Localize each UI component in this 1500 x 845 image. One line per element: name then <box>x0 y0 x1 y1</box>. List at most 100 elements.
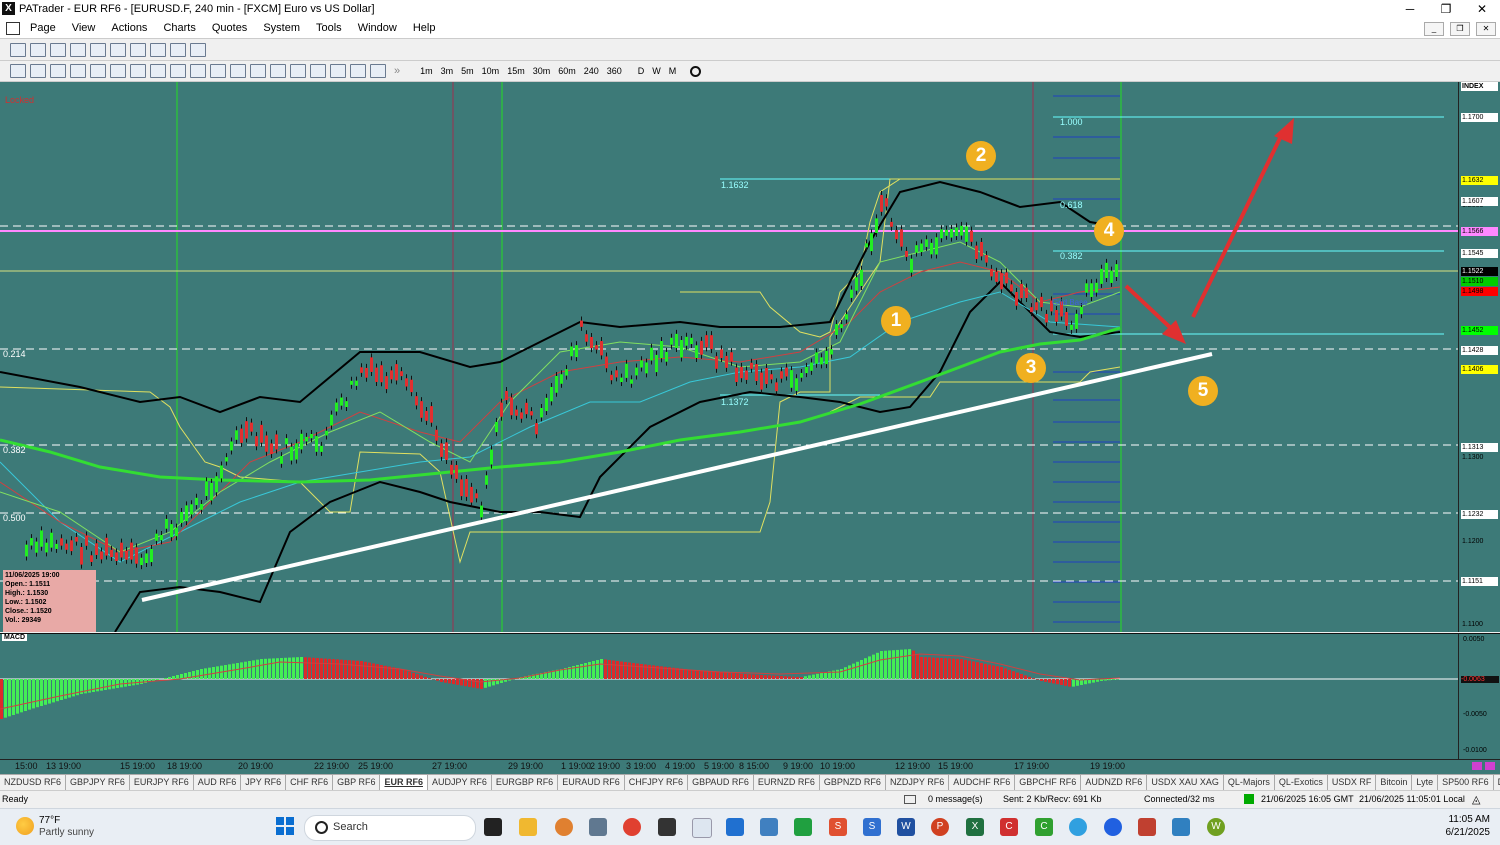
symbol-tab[interactable]: DJIA <box>1494 775 1500 790</box>
area-chart-icon[interactable] <box>110 43 126 57</box>
vertical-line-icon[interactable] <box>130 64 146 78</box>
tf-3m[interactable]: 3m <box>441 66 454 76</box>
task-view-icon[interactable] <box>484 818 502 836</box>
tf-5m[interactable]: 5m <box>461 66 474 76</box>
patrader-icon[interactable] <box>692 818 712 838</box>
candle-chart-icon[interactable] <box>50 43 66 57</box>
buy-icon[interactable] <box>10 64 26 78</box>
channel-icon[interactable] <box>170 64 186 78</box>
app-s2-icon[interactable]: S <box>863 818 881 836</box>
more-chevron-icon[interactable]: » <box>394 65 400 77</box>
symbol-tab[interactable]: AUD RF6 <box>194 775 242 790</box>
indicator-icon[interactable] <box>50 64 66 78</box>
powerpoint-icon[interactable]: P <box>931 818 949 836</box>
crosshair-icon[interactable] <box>70 64 86 78</box>
pointer-icon[interactable] <box>90 64 106 78</box>
tf-10m[interactable]: 10m <box>482 66 500 76</box>
symbol-tab[interactable]: EURNZD RF6 <box>754 775 820 790</box>
text-tool-icon[interactable] <box>310 64 326 78</box>
menu-quotes[interactable]: Quotes <box>204 18 255 38</box>
symbol-tab[interactable]: AUDCHF RF6 <box>949 775 1015 790</box>
close-button[interactable]: ✕ <box>1464 0 1500 18</box>
line-chart-icon[interactable] <box>90 43 106 57</box>
symbol-tab[interactable]: AUDNZD RF6 <box>1081 775 1147 790</box>
excel-icon[interactable]: X <box>966 818 984 836</box>
menu-actions[interactable]: Actions <box>103 18 155 38</box>
rectangle-icon[interactable] <box>330 64 346 78</box>
point-figure-icon[interactable] <box>190 43 206 57</box>
fib-arc-icon[interactable] <box>230 64 246 78</box>
trading-app-icon[interactable] <box>658 818 676 836</box>
taskbar-search[interactable]: Search <box>304 815 476 841</box>
symbol-tab[interactable]: GBP RF6 <box>333 775 380 790</box>
macd-panel[interactable]: MACD <box>0 633 1458 760</box>
fibonacci-icon[interactable] <box>190 64 206 78</box>
symbol-tab[interactable]: QL-Exotics <box>1275 775 1328 790</box>
symbol-tab[interactable]: GBPNZD RF6 <box>820 775 886 790</box>
axis-toggle-icon[interactable] <box>1485 762 1495 770</box>
symbol-tab[interactable]: EURJPY RF6 <box>130 775 194 790</box>
screen-icon[interactable] <box>760 818 778 836</box>
app-store-icon[interactable] <box>1172 818 1190 836</box>
symbol-tab[interactable]: GBPAUD RF6 <box>688 775 754 790</box>
tf-15m[interactable]: 15m <box>507 66 525 76</box>
time-axis[interactable]: 15:0013 19:0015 19:0018 19:0020 19:0022 … <box>0 759 1458 774</box>
fib-fan-icon[interactable] <box>210 64 226 78</box>
app-s-icon[interactable]: S <box>829 818 847 836</box>
symbol-tab[interactable]: Lyte <box>1412 775 1438 790</box>
file-explorer-icon[interactable] <box>519 818 537 836</box>
axis-toggle-icon[interactable] <box>1472 762 1482 770</box>
app-c2-icon[interactable]: C <box>1035 818 1053 836</box>
tf-240[interactable]: 240 <box>584 66 599 76</box>
renko-chart-icon[interactable] <box>130 43 146 57</box>
symbol-tab[interactable]: EUR RF6 <box>380 775 428 790</box>
symbol-tab[interactable]: AUDJPY RF6 <box>428 775 492 790</box>
menu-charts[interactable]: Charts <box>155 18 203 38</box>
symbol-tab[interactable]: GBPJPY RF6 <box>66 775 130 790</box>
hlc-chart-icon[interactable] <box>70 43 86 57</box>
notes-icon[interactable] <box>726 818 744 836</box>
symbol-tab[interactable]: SP500 RF6 <box>1438 775 1494 790</box>
pitchfork-icon[interactable] <box>270 64 286 78</box>
trendline-icon[interactable] <box>150 64 166 78</box>
grid-icon[interactable] <box>370 64 386 78</box>
horizontal-line-icon[interactable] <box>110 64 126 78</box>
symbol-tab[interactable]: GBPCHF RF6 <box>1015 775 1081 790</box>
tf-w[interactable]: W <box>652 66 661 76</box>
chrome-icon[interactable] <box>623 818 641 836</box>
symbol-tab[interactable]: CHFJPY RF6 <box>625 775 688 790</box>
mdi-restore-button[interactable]: ❐ <box>1450 22 1470 36</box>
symbol-tab[interactable]: NZDJPY RF6 <box>886 775 949 790</box>
clock-date[interactable]: 6/21/2025 <box>1432 827 1490 838</box>
symbol-tab[interactable]: JPY RF6 <box>241 775 286 790</box>
word-icon[interactable]: W <box>897 818 915 836</box>
app-w-icon[interactable]: W <box>1207 818 1225 836</box>
maximize-button[interactable]: ❐ <box>1428 0 1464 18</box>
ellipse-icon[interactable] <box>350 64 366 78</box>
tf-60m[interactable]: 60m <box>558 66 576 76</box>
bar-chart-icon[interactable] <box>10 43 26 57</box>
symbol-tab[interactable]: EURGBP RF6 <box>492 775 558 790</box>
menu-help[interactable]: Help <box>405 18 444 38</box>
menu-system[interactable]: System <box>255 18 308 38</box>
zoom-icon[interactable] <box>1104 818 1122 836</box>
symbol-tab[interactable]: QL-Majors <box>1224 775 1275 790</box>
menu-window[interactable]: Window <box>350 18 405 38</box>
resize-grip-icon[interactable]: ◬ <box>1472 793 1480 806</box>
price-chart[interactable]: Locked 0.214 0.382 0.500 1.000 0.618 0.3… <box>0 82 1458 632</box>
tf-m[interactable]: M <box>669 66 677 76</box>
symbol-tab[interactable]: EURAUD RF6 <box>558 775 625 790</box>
cycle-lines-icon[interactable] <box>290 64 306 78</box>
clock-icon[interactable] <box>690 66 701 77</box>
calculator-icon[interactable] <box>589 818 607 836</box>
tf-d[interactable]: D <box>638 66 645 76</box>
tf-360[interactable]: 360 <box>607 66 622 76</box>
sell-icon[interactable] <box>30 64 46 78</box>
app-briefcase-icon[interactable] <box>1138 818 1156 836</box>
kagi-chart-icon[interactable] <box>170 43 186 57</box>
gann-icon[interactable] <box>250 64 266 78</box>
menu-view[interactable]: View <box>64 18 104 38</box>
mdi-close-button[interactable]: ✕ <box>1476 22 1496 36</box>
weather-icon[interactable] <box>16 817 34 835</box>
menu-tools[interactable]: Tools <box>308 18 350 38</box>
